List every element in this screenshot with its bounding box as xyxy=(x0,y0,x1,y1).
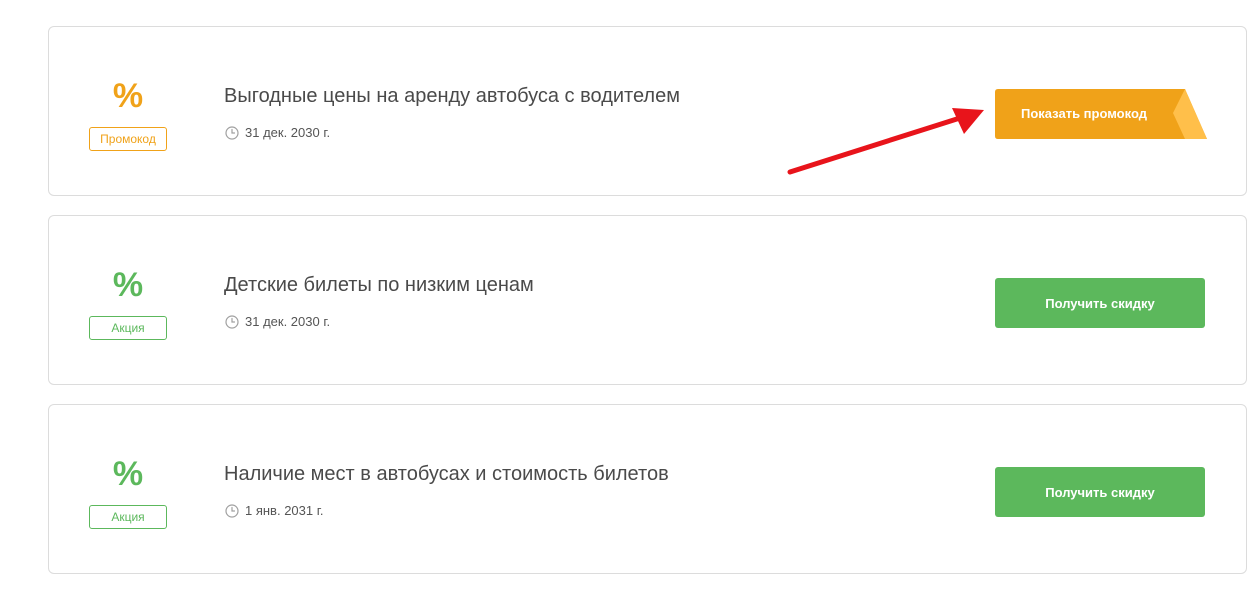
offer-title: Наличие мест в автобусах и стоимость бил… xyxy=(224,463,669,485)
clock-icon xyxy=(225,125,239,140)
clock-icon xyxy=(225,503,239,518)
offer-expiry: 1 янв. 2031 г. xyxy=(225,503,324,518)
offers-page: % Промокод Выгодные цены на аренду автоб… xyxy=(0,0,1257,591)
offer-date: 1 янв. 2031 г. xyxy=(245,503,324,518)
offer-date: 31 дек. 2030 г. xyxy=(245,125,331,140)
offer-date: 31 дек. 2030 г. xyxy=(245,314,331,329)
get-discount-button[interactable]: Получить скидку xyxy=(995,278,1205,328)
offer-expiry: 31 дек. 2030 г. xyxy=(225,314,330,329)
offer-expiry: 31 дек. 2030 г. xyxy=(225,125,330,140)
sale-tag: Акция xyxy=(89,316,167,340)
get-discount-button[interactable]: Получить скидку xyxy=(995,467,1205,517)
clock-icon xyxy=(225,314,239,329)
show-promo-code-button[interactable]: Показать промокод xyxy=(995,89,1207,139)
annotation-arrow-icon xyxy=(787,108,984,175)
percent-icon: % xyxy=(112,266,144,304)
offer-badge: % Акция xyxy=(89,457,167,529)
offer-card: % Промокод Выгодные цены на аренду автоб… xyxy=(48,26,1247,196)
show-promo-code-label: Показать промокод xyxy=(1021,106,1147,121)
offer-badge: % Промокод xyxy=(89,79,167,151)
promo-code-tag: Промокод xyxy=(89,127,167,151)
percent-icon: % xyxy=(112,77,144,115)
offer-title: Выгодные цены на аренду автобуса с водит… xyxy=(224,85,680,107)
offer-card: % Акция Детские билеты по низким ценам 3… xyxy=(48,215,1247,385)
percent-icon: % xyxy=(112,455,144,493)
offer-badge: % Акция xyxy=(89,268,167,340)
offer-title: Детские билеты по низким ценам xyxy=(224,274,534,296)
sale-tag: Акция xyxy=(89,505,167,529)
offer-card: % Акция Наличие мест в автобусах и стоим… xyxy=(48,404,1247,574)
